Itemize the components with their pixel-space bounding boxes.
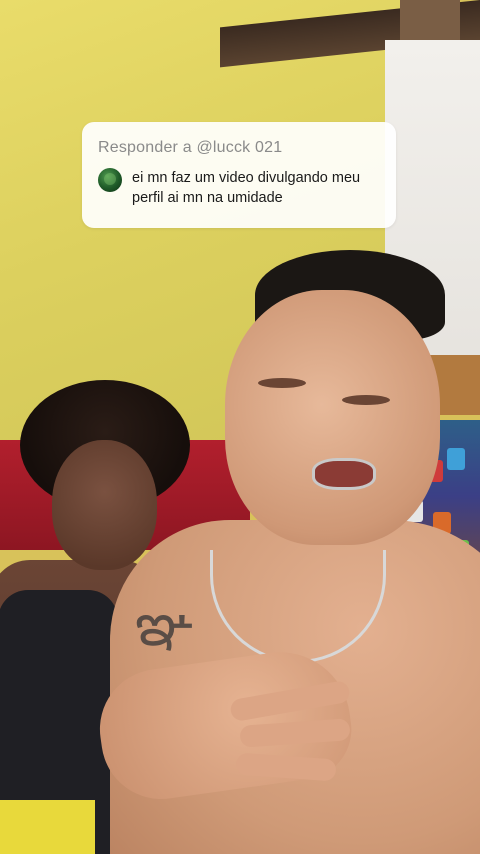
person-main-mouth [312, 458, 376, 490]
person-main-eye [258, 378, 306, 388]
person-main-eye [342, 395, 390, 405]
reply-comment-row: ei mn faz um video divulgando meu perfil… [98, 168, 380, 208]
comment-text: ei mn faz um video divulgando meu perfil… [132, 170, 361, 206]
reply-comment-sticker[interactable]: Responder a @lucck 021 ei mn faz um vide… [82, 122, 396, 228]
user-avatar-icon[interactable] [98, 168, 122, 192]
person-main-head [225, 290, 440, 545]
video-screen[interactable]: ఞ ℘ Responder a @lucck 021 ei mn faz um … [0, 0, 480, 854]
reply-header: Responder a @lucck 021 [98, 139, 283, 156]
person-main-tattoo: ఞ [135, 590, 194, 660]
video-background-yellow-object [0, 800, 95, 854]
